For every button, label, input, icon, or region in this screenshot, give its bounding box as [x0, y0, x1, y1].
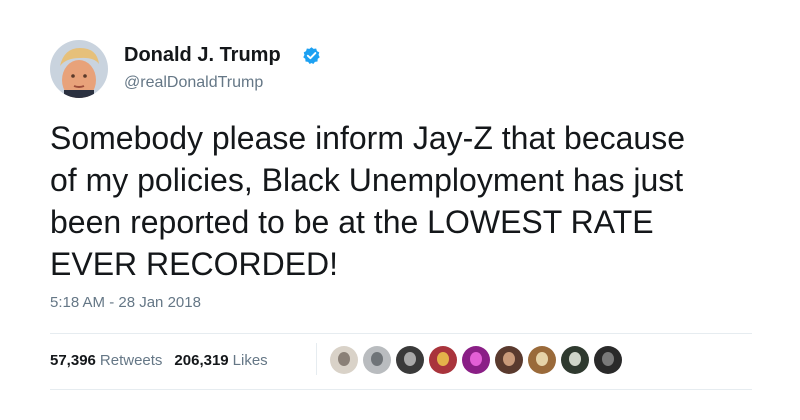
divider-bottom — [50, 389, 752, 390]
retweets-count: 57,396 — [50, 352, 96, 369]
likes-count: 206,319 — [174, 352, 229, 369]
profile-photo — [50, 40, 108, 98]
author-display-name[interactable]: Donald J. Trump — [124, 44, 281, 67]
liker-avatar-face — [338, 352, 350, 366]
liker-avatar-8[interactable] — [561, 346, 589, 374]
liker-avatar-6[interactable] — [495, 346, 523, 374]
retweets-stat[interactable]: 57,396 Retweets — [50, 352, 162, 369]
tweet-stats: 57,396 Retweets 206,319 Likes — [50, 352, 280, 369]
liker-avatar-9[interactable] — [594, 346, 622, 374]
liker-avatar-face — [602, 352, 614, 366]
liker-avatar-1[interactable] — [330, 346, 358, 374]
liker-avatar-3[interactable] — [396, 346, 424, 374]
verified-badge-icon — [303, 47, 320, 65]
tweet-text: Somebody please inform Jay-Z that becaus… — [50, 120, 685, 282]
liker-avatar-face — [371, 352, 383, 366]
author-avatar[interactable] — [50, 40, 108, 98]
tweet-card: Donald J. Trump @realDonaldTrump Somebod… — [0, 0, 800, 420]
stats-separator — [316, 343, 317, 375]
liker-avatar-face — [437, 352, 449, 366]
divider-top — [50, 333, 752, 334]
likes-stat[interactable]: 206,319 Likes — [174, 352, 267, 369]
author-handle[interactable]: @realDonaldTrump — [124, 74, 263, 92]
liker-avatar-5[interactable] — [462, 346, 490, 374]
tweet-timestamp[interactable]: 5:18 AM - 28 Jan 2018 — [50, 294, 201, 311]
liker-avatar-face — [503, 352, 515, 366]
liker-avatar-face — [470, 352, 482, 366]
liker-avatars — [330, 346, 627, 374]
liker-avatar-face — [404, 352, 416, 366]
liker-avatar-face — [569, 352, 581, 366]
liker-avatar-4[interactable] — [429, 346, 457, 374]
retweets-label: Retweets — [99, 352, 163, 369]
liker-avatar-face — [536, 352, 548, 366]
likes-label: Likes — [232, 352, 268, 369]
liker-avatar-2[interactable] — [363, 346, 391, 374]
liker-avatar-7[interactable] — [528, 346, 556, 374]
